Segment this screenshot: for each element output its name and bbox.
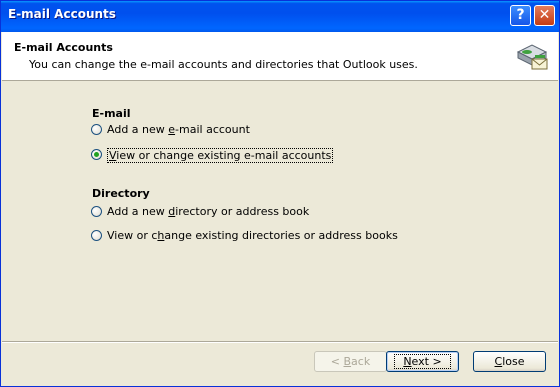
header-subtitle: You can change the e-mail accounts and d… [29, 58, 418, 71]
title-bar[interactable]: E-mail Accounts ? ✕ [1, 1, 559, 32]
next-button-label: Next > [394, 354, 451, 369]
radio-selected-dot [94, 152, 99, 157]
email-accounts-dialog: E-mail Accounts ? ✕ E-mail Accounts You … [0, 0, 560, 387]
radio-button[interactable] [91, 124, 102, 135]
radio-add-directory[interactable]: Add a new directory or address book [91, 205, 309, 221]
radio-button[interactable] [91, 206, 102, 217]
help-icon[interactable]: ? [510, 5, 531, 26]
footer-divider [2, 341, 558, 343]
email-accounts-icon [516, 44, 548, 70]
radio-add-email-account[interactable]: Add a new e-mail account [91, 123, 271, 139]
radio-button[interactable] [91, 149, 102, 160]
radio-view-change-email-accounts[interactable]: View or change existing e-mail accounts [91, 148, 334, 164]
close-icon[interactable]: ✕ [534, 5, 555, 26]
radio-button[interactable] [91, 230, 102, 241]
radio-label: View or change existing directories or a… [107, 229, 398, 242]
radio-view-change-directories[interactable]: View or change existing directories or a… [91, 229, 398, 245]
close-button[interactable]: Close [473, 351, 546, 372]
back-button[interactable]: < Back [314, 351, 387, 372]
next-button[interactable]: Next > [386, 351, 459, 372]
header-title: E-mail Accounts [14, 41, 113, 54]
close-glyph: ✕ [538, 7, 551, 23]
radio-label: Add a new e-mail account [107, 123, 250, 136]
directory-section-label: Directory [92, 187, 150, 200]
window-title: E-mail Accounts [8, 7, 116, 21]
help-glyph: ? [516, 7, 525, 23]
radio-label: Add a new directory or address book [107, 205, 310, 218]
email-section-label: E-mail [92, 107, 131, 120]
radio-label: View or change existing e-mail accounts [107, 148, 334, 163]
header-band: E-mail Accounts You can change the e-mai… [2, 32, 558, 81]
